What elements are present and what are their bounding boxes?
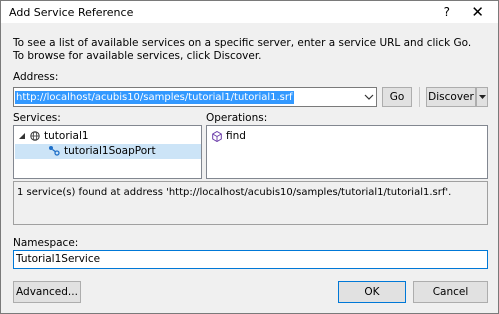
tree-node-label: tutorial1	[44, 130, 89, 142]
namespace-label: Namespace:	[13, 237, 79, 249]
cancel-button[interactable]: Cancel	[413, 281, 488, 303]
address-combobox[interactable]: http://localhost/acubis10/samples/tutori…	[13, 87, 377, 107]
operations-list[interactable]: find	[206, 125, 488, 179]
go-button-label: Go	[389, 91, 405, 103]
address-label: Address:	[13, 71, 59, 83]
instructions-text: To see a list of available services on a…	[13, 37, 472, 62]
close-button[interactable]: ✕	[471, 3, 484, 21]
tree-node-tutorial1[interactable]: tutorial1	[14, 129, 201, 144]
namespace-input[interactable]: Tutorial1Service	[13, 250, 488, 269]
status-message: 1 service(s) found at address 'http://lo…	[17, 187, 452, 198]
help-button[interactable]: ?	[444, 5, 450, 19]
advanced-button[interactable]: Advanced...	[13, 281, 81, 303]
expanded-triangle-icon[interactable]	[19, 133, 26, 140]
tree-node-tutorial1soapport[interactable]: tutorial1SoapPort	[15, 144, 201, 159]
list-item-find[interactable]: find	[207, 129, 487, 144]
discover-button[interactable]: Discover	[426, 87, 476, 107]
chevron-down-icon[interactable]	[364, 92, 374, 102]
cancel-button-label: Cancel	[432, 286, 469, 298]
operations-label: Operations:	[206, 112, 268, 124]
go-button[interactable]: Go	[382, 87, 412, 107]
address-input[interactable]: http://localhost/acubis10/samples/tutori…	[15, 91, 294, 104]
advanced-button-label: Advanced...	[16, 286, 78, 298]
operation-label: find	[226, 130, 246, 142]
ok-button-label: OK	[364, 286, 380, 298]
services-label: Services:	[13, 112, 61, 124]
title-bar: Add Service Reference ? ✕	[1, 1, 498, 23]
services-tree[interactable]: tutorial1 tutorial1SoapPort	[13, 125, 202, 179]
add-service-reference-dialog: Add Service Reference ? ✕ To see a list …	[0, 0, 499, 314]
tree-node-label: tutorial1SoapPort	[64, 145, 156, 157]
service-port-icon	[48, 145, 60, 157]
toolbar-divider	[419, 87, 420, 107]
discover-dropdown-button[interactable]	[476, 87, 488, 107]
caret-down-icon	[478, 94, 486, 100]
method-icon	[212, 131, 222, 142]
discover-button-label: Discover	[428, 91, 474, 103]
namespace-value: Tutorial1Service	[16, 253, 101, 265]
globe-icon	[30, 131, 40, 141]
ok-button[interactable]: OK	[338, 281, 406, 303]
window-title: Add Service Reference	[9, 6, 134, 19]
status-area: 1 service(s) found at address 'http://lo…	[13, 181, 488, 225]
